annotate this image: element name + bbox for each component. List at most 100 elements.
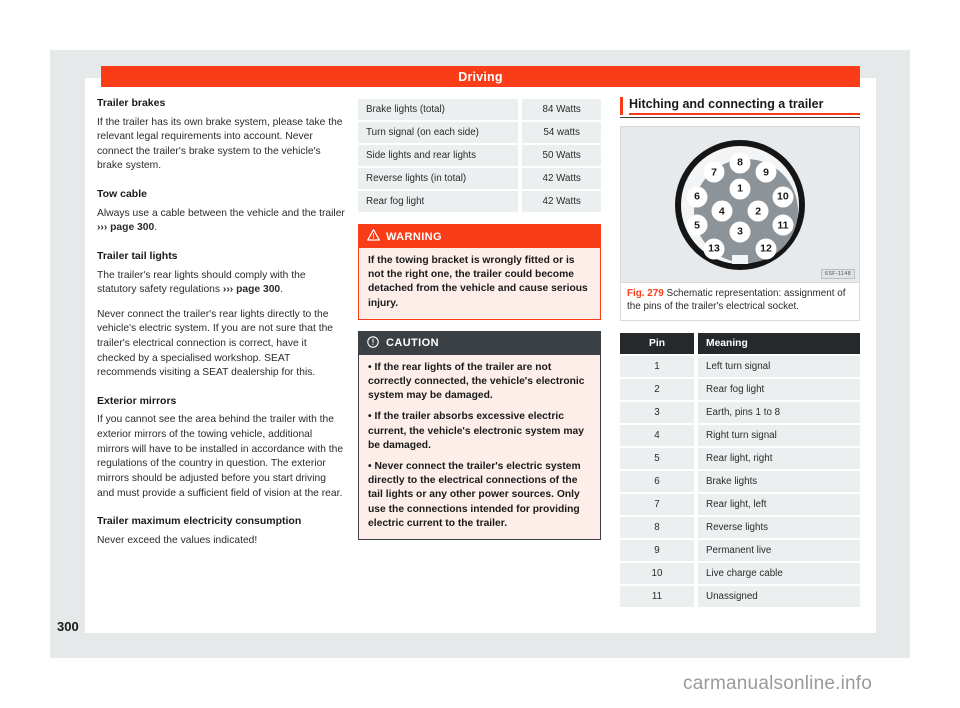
meaning-column-header: Meaning [698, 332, 860, 354]
table-row: 1 Left turn signal [620, 355, 860, 377]
pin-meaning: Left turn signal [698, 355, 860, 377]
connector-pin-10: 10 [772, 186, 794, 208]
pin-number: 7 [620, 493, 698, 515]
figure-image-code: 6SF-1148 [820, 269, 855, 279]
right-column: Hitching and connecting a trailer 879161… [620, 97, 860, 609]
table-row: 5 Rear light, right [620, 447, 860, 469]
connector-pin-9: 9 [755, 161, 777, 183]
table-row: 10 Live charge cable [620, 562, 860, 584]
connector-pin-6: 6 [686, 186, 708, 208]
caution-box: CAUTION • If the rear lights of the trai… [358, 330, 601, 541]
pin-meaning: Live charge cable [698, 562, 860, 584]
watts-value: 50 Watts [518, 145, 601, 166]
connector-outer-ring: 8 7 9 1 6 10 4 2 5 11 3 13 12 [675, 139, 805, 270]
left-column: Trailer brakes If the trailer has its ow… [97, 97, 345, 558]
connector-pin-4: 4 [711, 200, 733, 222]
section-heading-hitching: Hitching and connecting a trailer [629, 97, 860, 115]
pin-meaning-table: Pin Meaning 1 Left turn signal 2 Rear fog l… [620, 331, 860, 609]
connector-pin-12: 12 [755, 238, 777, 260]
table-row: Rear fog light 42 Watts [358, 191, 601, 212]
pin-meaning: Rear fog light [698, 378, 860, 400]
section-heading-wrap: Hitching and connecting a trailer [620, 97, 860, 115]
pin-number: 11 [620, 585, 698, 607]
pin-number: 9 [620, 539, 698, 561]
watts-value: 54 watts [518, 122, 601, 143]
connector-pin-3: 3 [729, 221, 751, 243]
connector-pin-13: 13 [703, 238, 725, 260]
section-heading-rule [620, 117, 860, 118]
connector-pin-1: 1 [729, 178, 751, 200]
paragraph-trailer-max-electricity: Never exceed the values indicated! [97, 534, 258, 546]
pin-number: 4 [620, 424, 698, 446]
page-number: 300 [57, 619, 79, 634]
watts-table-body: Brake lights (total) 84 Watts Turn signal … [358, 99, 601, 212]
connector-notch [732, 254, 748, 264]
heading-trailer-tail-lights: Trailer tail lights [97, 249, 178, 262]
watts-label: Side lights and rear lights [358, 145, 519, 166]
heading-trailer-brakes: Trailer brakes [97, 97, 166, 109]
pin-number: 1 [620, 355, 698, 377]
table-row: 3 Earth, pins 1 to 8 [620, 401, 860, 423]
connector-pin-5: 5 [686, 214, 708, 236]
table-row: 2 Rear fog light [620, 378, 860, 400]
middle-column: Brake lights (total) 84 Watts Turn signal … [358, 97, 601, 541]
table-row: 11 Unassigned [620, 585, 860, 607]
table-row: Brake lights (total) 84 Watts [358, 99, 601, 120]
page-reference[interactable]: ››› page 300 [223, 284, 280, 295]
connector-pin-11: 11 [772, 214, 794, 236]
watts-value: 42 Watts [518, 168, 601, 189]
watts-table: Brake lights (total) 84 Watts Turn signal … [358, 97, 601, 214]
warning-box: WARNING If the towing bracket is wrongly… [358, 224, 601, 320]
caution-item: • If the trailer absorbs excessive elect… [368, 411, 584, 451]
pin-meaning: Unassigned [698, 585, 860, 607]
header-title: Driving [458, 69, 503, 84]
caution-item: • If the rear lights of the trailer are … [368, 361, 585, 402]
caution-items: • If the rear lights of the trailer are … [359, 355, 600, 539]
page-header-banner: Driving [101, 66, 860, 87]
pin-meaning: Rear light, left [698, 493, 860, 515]
pin-meaning: Earth, pins 1 to 8 [698, 401, 860, 423]
watts-value: 84 Watts [518, 99, 601, 120]
watts-label: Rear fog light [358, 191, 519, 212]
heading-tow-cable: Tow cable [97, 188, 147, 201]
connector-pin-7: 7 [703, 161, 725, 183]
pin-table-head: Pin Meaning [620, 332, 860, 354]
paragraph-trailer-brakes: If the trailer has its own brake system,… [97, 116, 343, 172]
warning-text: If the towing bracket is wrongly fitted … [368, 255, 588, 309]
paragraph-exterior-mirrors: If you cannot see the area behind the tr… [97, 414, 344, 499]
page-reference[interactable]: ››› page 300 [97, 222, 154, 233]
site-watermark: carmanualsonline.info [683, 673, 873, 694]
connector-pin-8: 8 [729, 152, 751, 174]
table-row: 6 Brake lights [620, 470, 860, 492]
warning-triangle-icon [367, 229, 380, 244]
watts-label: Brake lights (total) [358, 99, 519, 120]
connector-diagram-figure: 8 7 9 1 6 10 4 2 5 11 3 13 12 6SF-1148 [620, 126, 860, 283]
pin-number: 2 [620, 378, 698, 400]
watts-label: Reverse lights (in total) [358, 168, 519, 189]
figure-label: Fig. 279 [627, 288, 664, 299]
pin-meaning: Right turn signal [698, 424, 860, 446]
table-row: Side lights and rear lights 50 Watts [358, 145, 601, 166]
pin-meaning: Brake lights [698, 470, 860, 492]
caution-item: • Never connect the trailer's electric s… [368, 461, 581, 529]
paragraph-tail-lights-1: The trailer's rear lights should comply … [97, 269, 306, 296]
pin-meaning: Permanent live [698, 539, 860, 561]
table-row: 8 Reverse lights [620, 516, 860, 538]
exclamation-circle-icon [367, 336, 379, 351]
paragraph-tow-cable: Always use a cable between the vehicle a… [97, 207, 345, 234]
caution-header: CAUTION [359, 331, 600, 355]
watts-value: 42 Watts [518, 191, 601, 212]
caution-title: CAUTION [386, 337, 439, 350]
heading-exterior-mirrors: Exterior mirrors [97, 394, 177, 407]
pin-number: 5 [620, 447, 698, 469]
pin-column-header: Pin [620, 332, 698, 354]
table-row: Turn signal (on each side) 54 watts [358, 122, 601, 143]
pin-table-header-row: Pin Meaning [620, 332, 860, 354]
pin-table-body: 1 Left turn signal 2 Rear fog light 3 Earth, … [620, 355, 860, 607]
pin-number: 10 [620, 562, 698, 584]
heading-trailer-max-electricity: Trailer maximum electricity consumption [97, 515, 302, 528]
table-row: 4 Right turn signal [620, 424, 860, 446]
warning-header: WARNING [359, 225, 600, 248]
pin-number: 6 [620, 470, 698, 492]
pin-number: 3 [620, 401, 698, 423]
